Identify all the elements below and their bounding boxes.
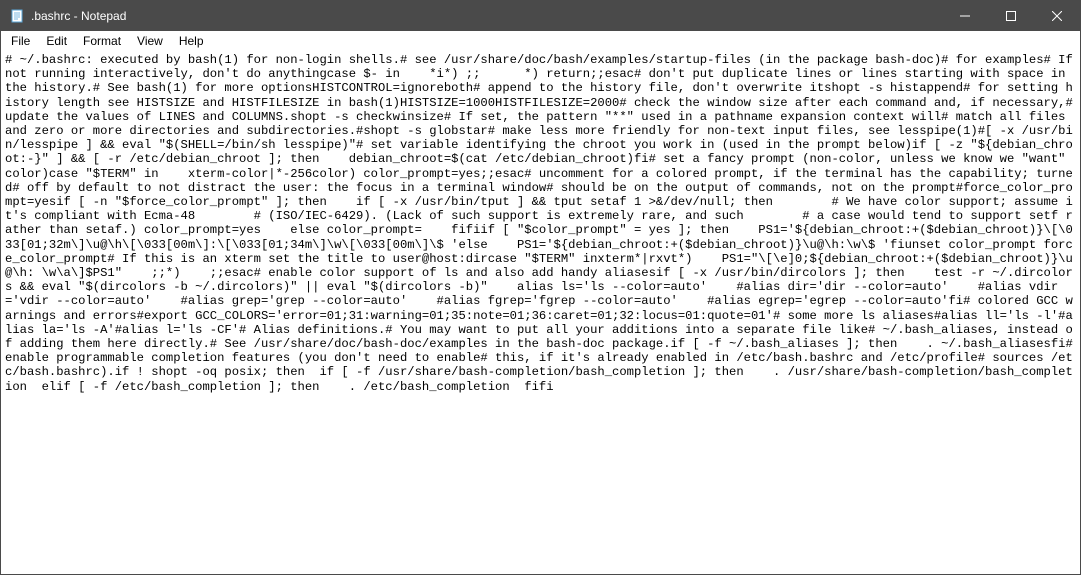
titlebar[interactable]: .bashrc - Notepad xyxy=(1,1,1080,31)
text-editor-content[interactable]: # ~/.bashrc: executed by bash(1) for non… xyxy=(1,51,1080,574)
window-controls xyxy=(942,1,1080,31)
menu-file[interactable]: File xyxy=(3,32,38,50)
menu-help[interactable]: Help xyxy=(171,32,212,50)
menubar: File Edit Format View Help xyxy=(1,31,1080,51)
minimize-button[interactable] xyxy=(942,1,988,31)
notepad-icon xyxy=(9,8,25,24)
menu-edit[interactable]: Edit xyxy=(38,32,75,50)
maximize-button[interactable] xyxy=(988,1,1034,31)
menu-format[interactable]: Format xyxy=(75,32,129,50)
window-title: .bashrc - Notepad xyxy=(31,9,942,23)
menu-view[interactable]: View xyxy=(129,32,171,50)
close-button[interactable] xyxy=(1034,1,1080,31)
